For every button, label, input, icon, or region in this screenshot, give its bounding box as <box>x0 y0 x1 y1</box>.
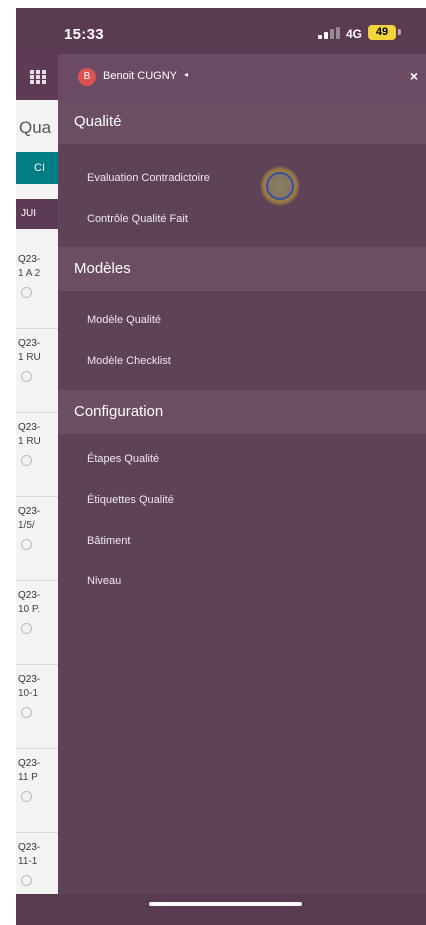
menu-section-configuration[interactable]: Configuration <box>58 390 426 434</box>
record-address: 1 RU <box>18 352 41 363</box>
menu-section-qualite[interactable]: Qualité <box>58 100 426 144</box>
caret-left-icon[interactable]: ◂ <box>184 70 188 79</box>
close-button[interactable]: × <box>406 67 422 85</box>
menu-item-batiment[interactable]: Bâtiment <box>58 521 426 561</box>
record-reference: Q23- <box>18 422 41 433</box>
clock-icon <box>21 287 32 298</box>
clock-icon <box>21 875 32 886</box>
record-reference: Q23- <box>18 590 41 601</box>
navigation-drawer: B Benoit CUGNY ◂ × Qualité Evaluation Co… <box>58 54 426 894</box>
record-reference: Q23- <box>18 338 41 349</box>
menu-item-niveau[interactable]: Niveau <box>58 561 426 601</box>
record-address: 10-1 <box>18 688 39 699</box>
avatar[interactable]: B <box>78 68 96 86</box>
network-type: 4G <box>346 27 363 41</box>
battery-icon: 49 <box>368 25 396 40</box>
touch-indicator <box>260 166 300 206</box>
record-address: 1 RU <box>18 436 41 447</box>
clock-icon <box>21 791 32 802</box>
clock-icon <box>21 707 32 718</box>
record-reference: Q23- <box>18 254 41 265</box>
clock-icon <box>21 623 32 634</box>
clock-icon <box>21 371 32 382</box>
menu-item-modele-qualite[interactable]: Modèle Qualité <box>58 300 426 340</box>
home-indicator[interactable] <box>149 902 302 906</box>
status-bar: 15:33 4G 49 <box>16 8 426 54</box>
record-address: 1 A 2 <box>18 268 41 279</box>
apps-grid-icon[interactable] <box>30 70 46 84</box>
menu-item-etapes-qualite[interactable]: Étapes Qualité <box>58 439 426 479</box>
record-reference: Q23- <box>18 758 41 769</box>
drawer-header: B Benoit CUGNY ◂ × <box>58 54 426 100</box>
menu-section-modeles[interactable]: Modèles <box>58 247 426 291</box>
record-address: 11-1 <box>18 856 38 867</box>
menu-item-modele-checklist[interactable]: Modèle Checklist <box>58 341 426 381</box>
phone-frame: 15:33 4G 49 Qua CI JUI Q23- 1 A 2 Q23- 1 RU… <box>0 0 426 925</box>
bottom-bar <box>16 894 426 925</box>
page-title: Qua <box>19 118 52 137</box>
record-address: 10 P. <box>18 604 41 615</box>
screen: 15:33 4G 49 Qua CI JUI Q23- 1 A 2 Q23- 1 RU… <box>16 8 426 925</box>
menu-item-etiquettes-qualite[interactable]: Étiquettes Qualité <box>58 480 426 520</box>
record-reference: Q23- <box>18 674 41 685</box>
menu-item-controle-qualite-fait[interactable]: Contrôle Qualité Fait <box>58 199 426 239</box>
clock-icon <box>21 539 32 550</box>
create-button[interactable]: CI <box>16 152 60 184</box>
record-reference: Q23- <box>18 506 41 517</box>
status-time: 15:33 <box>64 26 104 43</box>
record-address: 11 P <box>18 772 38 783</box>
signal-icon <box>318 27 342 39</box>
record-address: 1/5/ <box>18 520 35 531</box>
battery-tip <box>398 29 401 35</box>
touch-indicator-ring <box>266 172 294 200</box>
record-reference: Q23- <box>18 842 41 853</box>
clock-icon <box>21 455 32 466</box>
menu-item-evaluation-contradictoire[interactable]: Evaluation Contradictoire <box>58 158 426 198</box>
user-name[interactable]: Benoit CUGNY <box>103 70 177 82</box>
